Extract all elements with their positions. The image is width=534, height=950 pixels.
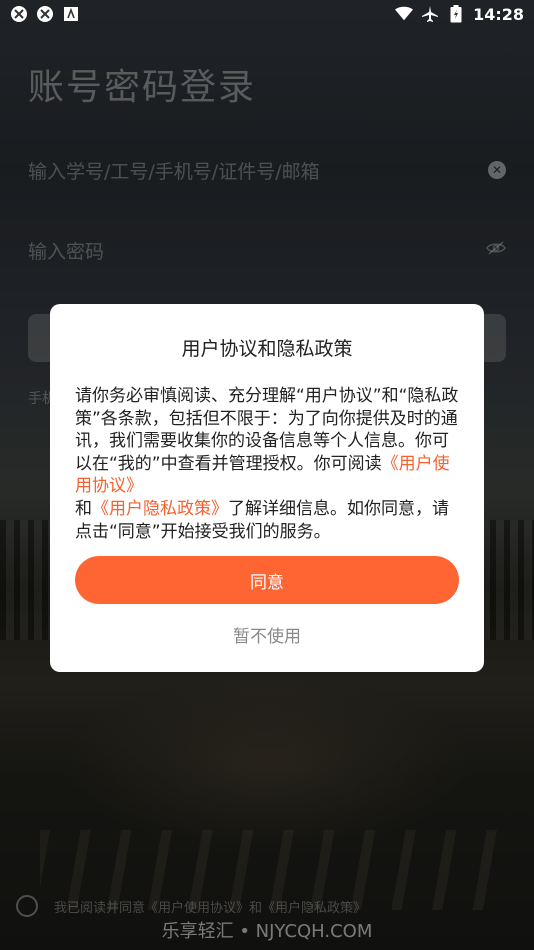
status-bar: 14:28 xyxy=(0,0,534,28)
decline-button[interactable]: 暂不使用 xyxy=(75,622,459,650)
wifi-icon xyxy=(395,5,414,23)
dialog-body-and: 和 xyxy=(75,498,92,519)
airplane-icon xyxy=(421,5,439,23)
app-notification-icon xyxy=(36,5,54,23)
battery-icon xyxy=(447,5,465,23)
dialog-title: 用户协议和隐私政策 xyxy=(181,338,353,360)
privacy-dialog: 用户协议和隐私政策 请你务必审慎阅读、充分理解“用户协议”和“隐私政策”各条款，… xyxy=(50,304,484,672)
privacy-policy-link[interactable]: 《用户隐私政策》 xyxy=(92,499,228,519)
app-notification-icon xyxy=(62,5,80,23)
clock: 14:28 xyxy=(473,4,524,24)
agree-button[interactable]: 同意 xyxy=(75,556,459,604)
dialog-body: 请你务必审慎阅读、充分理解“用户协议”和“隐私政策”各条款，包括但不限于：为了向… xyxy=(75,385,459,543)
app-notification-icon xyxy=(10,5,28,23)
